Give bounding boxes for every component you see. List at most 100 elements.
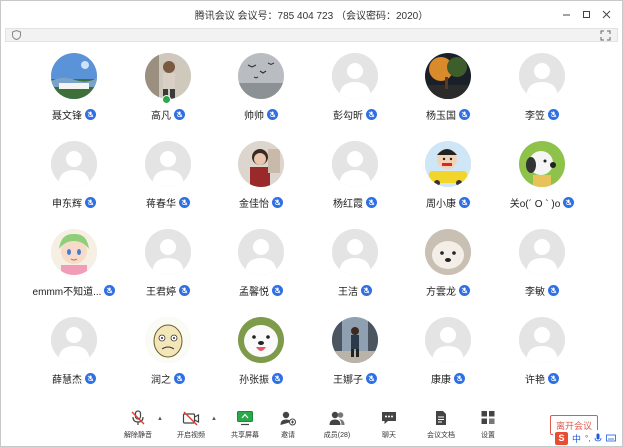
avatar: [145, 229, 191, 275]
start-video-label: 开启视频: [177, 432, 205, 439]
invite-button[interactable]: 邀请: [266, 410, 310, 444]
avatar: [238, 317, 284, 363]
video-options-caret-icon[interactable]: ▲: [211, 416, 217, 422]
participant-tile[interactable]: 李笠: [497, 53, 587, 129]
participant-tile[interactable]: 蒋春华: [123, 141, 213, 217]
participant-tile[interactable]: 申东辉: [29, 141, 119, 217]
share-screen-icon: [237, 411, 253, 426]
participant-name: 杨红霞: [333, 199, 363, 210]
participant-name: 聂文锋: [52, 111, 82, 122]
participant-tile[interactable]: 关o(´ O ` )o: [497, 141, 587, 217]
participant-tile[interactable]: 李敏: [497, 229, 587, 305]
participant-tile[interactable]: 高凡: [123, 53, 213, 129]
participant-tile[interactable]: 许艳: [497, 317, 587, 393]
participant-tile[interactable]: 王君婷: [123, 229, 213, 305]
close-button[interactable]: [596, 5, 616, 23]
minimize-button[interactable]: [556, 5, 576, 23]
unmute-button[interactable]: 解除静音: [116, 410, 160, 444]
ime-punct[interactable]: °,: [585, 434, 590, 443]
participant-name: emmm不知道...: [32, 287, 102, 298]
participant-tile[interactable]: 杨玉国: [403, 53, 493, 129]
mic-muted-icon: [85, 373, 96, 384]
chat-button[interactable]: 聊天: [367, 410, 411, 444]
mic-muted-icon: [174, 109, 185, 120]
mic-muted-icon: [361, 285, 372, 296]
participant-tile[interactable]: 杨红霞: [310, 141, 400, 217]
input-method-bar[interactable]: S 中 °,: [553, 430, 619, 446]
audio-options-caret-icon[interactable]: ▲: [157, 416, 163, 422]
mic-muted-icon: [459, 109, 470, 120]
participant-name: 润之: [151, 375, 171, 386]
voice-input-icon[interactable]: [594, 433, 602, 443]
avatar: [519, 317, 565, 363]
document-icon: [436, 411, 446, 425]
participant-tile[interactable]: 润之: [123, 317, 213, 393]
participant-tile[interactable]: emmm不知道...: [29, 229, 119, 305]
mic-muted-icon: [548, 285, 559, 296]
mic-muted-icon: [267, 109, 278, 120]
participant-tile[interactable]: 彭勾昕: [310, 53, 400, 129]
maximize-button[interactable]: [576, 5, 596, 23]
participant-name: 周小康: [426, 199, 456, 210]
settings-label: 设置: [481, 432, 495, 439]
mic-muted-icon: [366, 373, 377, 384]
participant-name-row: 高凡: [123, 107, 213, 122]
participant-name-row: 孟馨悦: [216, 283, 306, 298]
share-screen-button[interactable]: 共享屏幕: [223, 410, 267, 444]
participant-name-row: 彭勾昕: [310, 107, 400, 122]
keyboard-icon[interactable]: [606, 433, 617, 443]
mic-muted-icon: [272, 373, 283, 384]
window-title: 腾讯会议 会议号：785 404 723 （会议密码：2020）: [194, 10, 429, 22]
avatar: [51, 53, 97, 99]
mic-muted-icon: [366, 197, 377, 208]
participant-tile[interactable]: 王洁: [310, 229, 400, 305]
avatar: [425, 229, 471, 275]
mic-muted-icon: [548, 373, 559, 384]
participant-tile[interactable]: 方雲龙: [403, 229, 493, 305]
participant-tile[interactable]: 康康: [403, 317, 493, 393]
participant-name: 帅帅: [244, 111, 264, 122]
participant-name-row: 金佳怡: [216, 195, 306, 210]
participant-tile[interactable]: 聂文锋: [29, 53, 119, 129]
ime-mode[interactable]: 中: [572, 432, 581, 445]
participant-tile[interactable]: 周小康: [403, 141, 493, 217]
avatar: [238, 229, 284, 275]
participant-name: 孟馨悦: [239, 287, 269, 298]
participant-tile[interactable]: 孟馨悦: [216, 229, 306, 305]
participant-tile[interactable]: 金佳怡: [216, 141, 306, 217]
avatar: [425, 53, 471, 99]
avatar: [238, 141, 284, 187]
title-bar: 腾讯会议 会议号：785 404 723 （会议密码：2020）: [1, 1, 622, 27]
participant-tile[interactable]: 王娜子: [310, 317, 400, 393]
mic-muted-icon: [272, 285, 283, 296]
participant-tile[interactable]: 孙张振: [216, 317, 306, 393]
meeting-docs-button[interactable]: 会议文档: [419, 410, 463, 444]
avatar: [51, 229, 97, 275]
participant-name: 王娜子: [333, 375, 363, 386]
mic-muted-icon: [179, 197, 190, 208]
members-button[interactable]: 成员(28): [315, 410, 359, 444]
unmute-label: 解除静音: [124, 432, 152, 439]
add-user-icon: [280, 411, 296, 426]
avatar: [145, 53, 191, 99]
participant-name-row: 蒋春华: [123, 195, 213, 210]
settings-button[interactable]: 设置: [466, 410, 510, 444]
participant-tile[interactable]: 薛慧杰: [29, 317, 119, 393]
shield-icon[interactable]: [12, 30, 21, 40]
avatar: [145, 141, 191, 187]
close-icon: [602, 10, 610, 18]
sogou-logo-icon: S: [555, 431, 568, 445]
mic-muted-icon: [85, 197, 96, 208]
start-video-button[interactable]: 开启视频: [169, 410, 213, 444]
participant-name-row: 王君婷: [123, 283, 213, 298]
participant-tile[interactable]: 帅帅: [216, 53, 306, 129]
minimize-icon: [562, 14, 570, 15]
chat-icon: [382, 412, 396, 424]
avatar: [145, 317, 191, 363]
avatar: [332, 317, 378, 363]
participant-name-row: 申东辉: [29, 195, 119, 210]
mic-muted-icon: [548, 109, 559, 120]
participant-name-row: 帅帅: [216, 107, 306, 122]
mic-muted-icon: [366, 109, 377, 120]
fullscreen-icon[interactable]: [600, 30, 611, 41]
